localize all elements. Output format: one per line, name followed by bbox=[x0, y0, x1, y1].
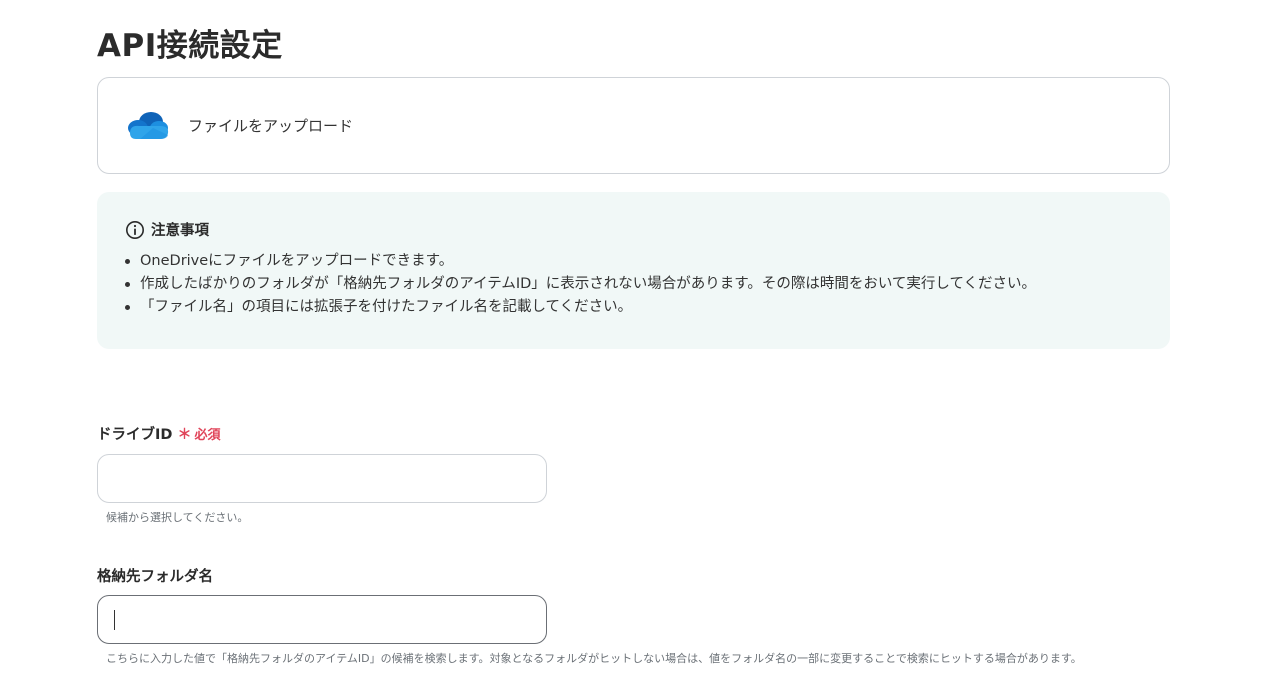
text-caret bbox=[114, 610, 115, 630]
drive-id-label-text: ドライブID bbox=[97, 427, 173, 443]
drive-id-label: ドライブID ＊ 必須 bbox=[97, 423, 220, 444]
notice-item: 作成したばかりのフォルダが「格納先フォルダのアイテムID」に表示されない場合があ… bbox=[125, 273, 1142, 296]
action-card[interactable]: ファイルをアップロード bbox=[97, 77, 1170, 174]
notice-title: 注意事項 bbox=[151, 223, 209, 239]
page-title: API接続設定 bbox=[97, 28, 283, 64]
folder-name-hint: こちらに入力した値で「格納先フォルダのアイテムID」の候補を検索します。対象とな… bbox=[106, 652, 1082, 665]
info-circle-icon bbox=[126, 220, 144, 239]
notice-item: OneDriveにファイルをアップロードできます。 bbox=[125, 250, 1142, 273]
required-asterisk: ＊ bbox=[177, 426, 192, 443]
drive-id-hint: 候補から選択してください。 bbox=[106, 511, 249, 524]
onedrive-cloud-icon bbox=[128, 111, 169, 139]
folder-name-input[interactable] bbox=[97, 595, 547, 644]
notice-list: OneDriveにファイルをアップロードできます。 作成したばかりのフォルダが「… bbox=[125, 250, 1142, 319]
drive-id-input[interactable] bbox=[97, 454, 547, 503]
api-connection-settings-page: API接続設定 ファイルをアップロード 注意事項 OneDriveにファイルをア… bbox=[0, 0, 1275, 683]
folder-name-label: 格納先フォルダ名 bbox=[97, 565, 213, 586]
folder-name-label-text: 格納先フォルダ名 bbox=[97, 569, 213, 585]
action-label: ファイルをアップロード bbox=[188, 117, 354, 135]
required-badge: 必須 bbox=[194, 428, 221, 443]
notice-panel: 注意事項 OneDriveにファイルをアップロードできます。 作成したばかりのフ… bbox=[97, 192, 1170, 349]
notice-header: 注意事項 bbox=[125, 219, 1142, 240]
notice-item: 「ファイル名」の項目には拡張子を付けたファイル名を記載してください。 bbox=[125, 296, 1142, 319]
